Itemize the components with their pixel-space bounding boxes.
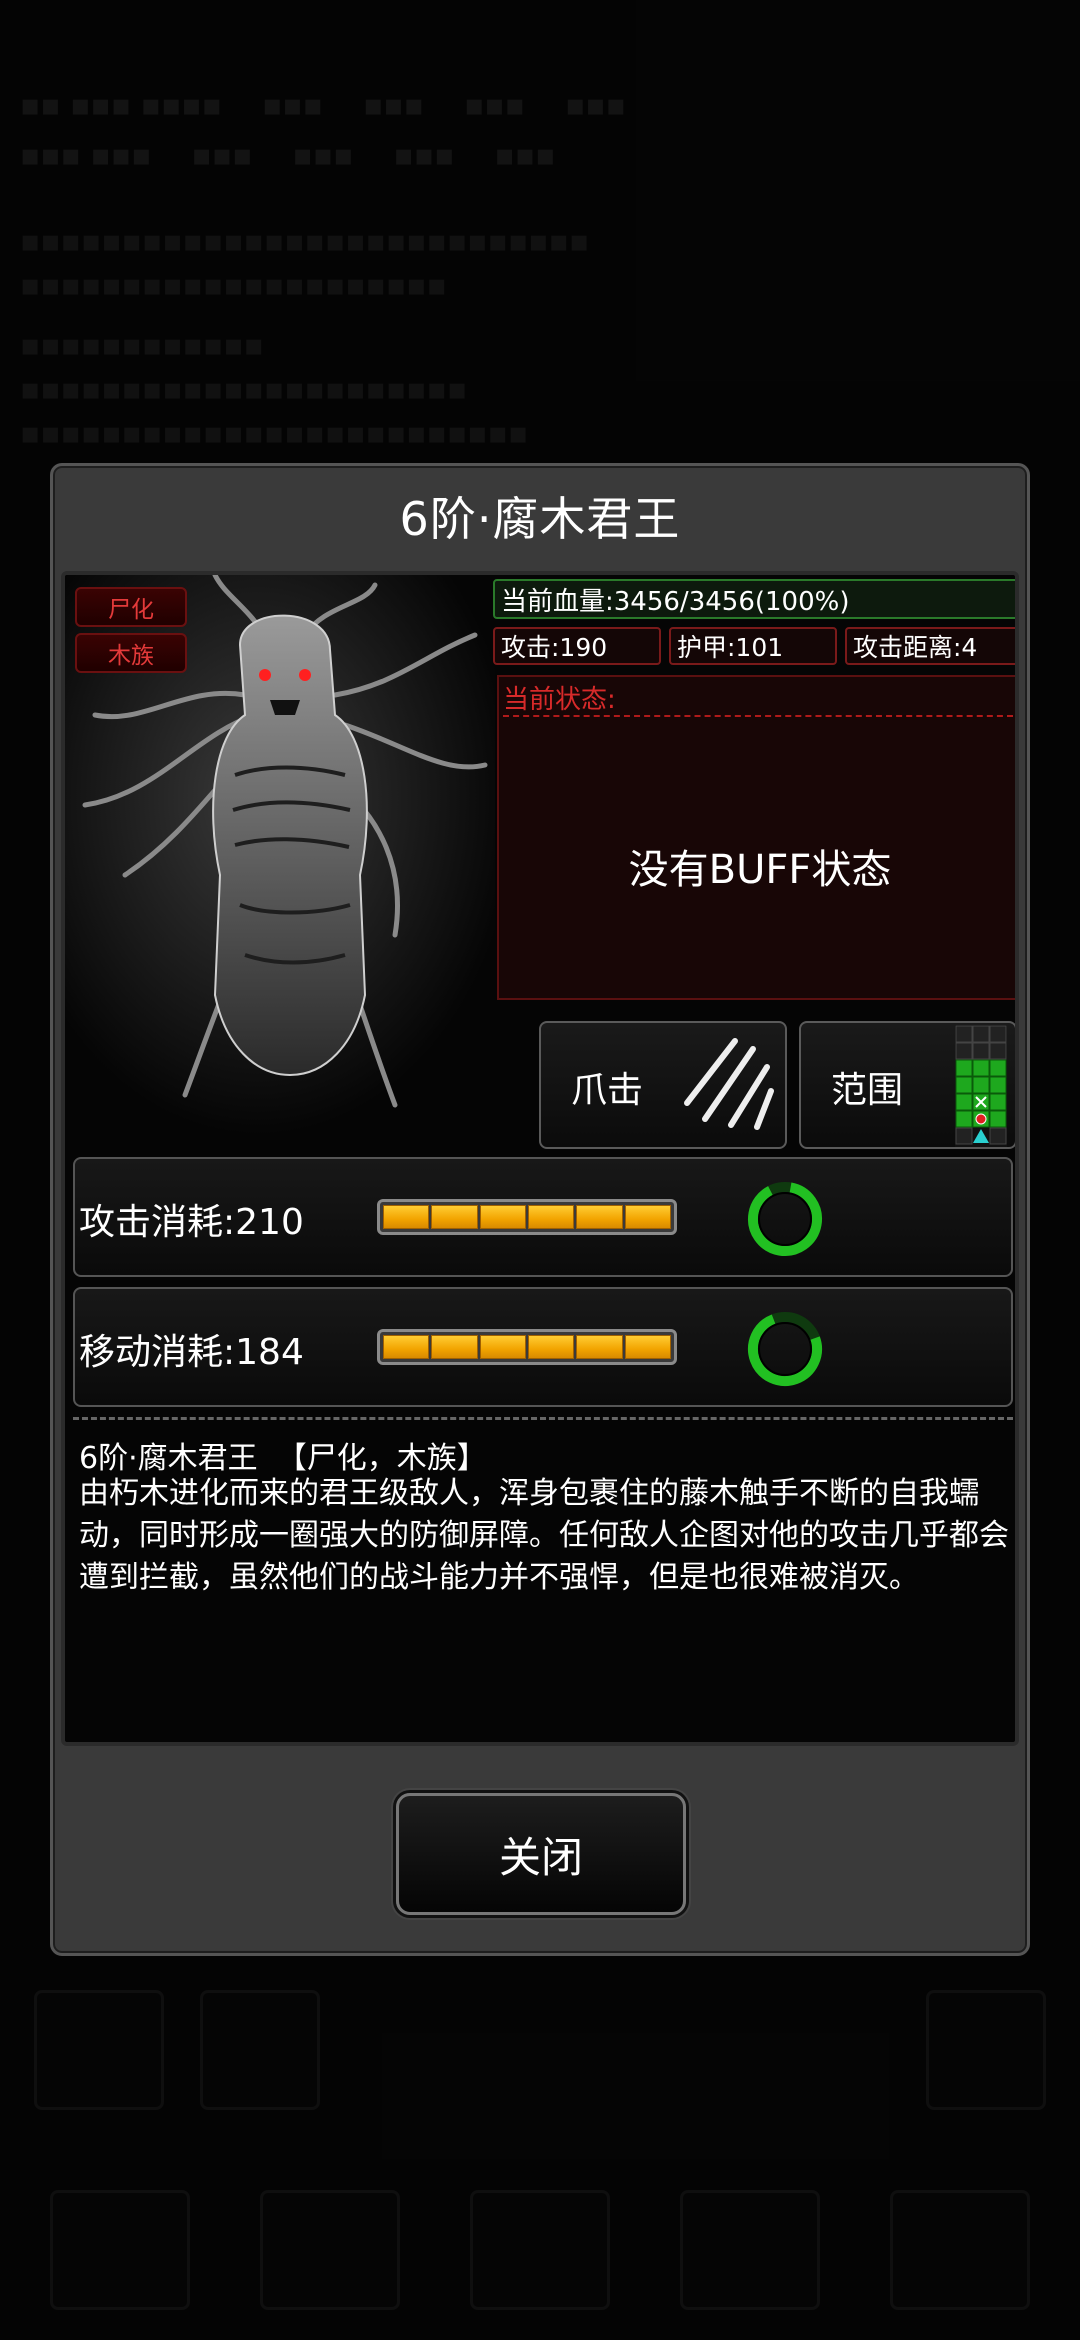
range-grid-icon (955, 1025, 1007, 1151)
monster-tag: 木族 (75, 633, 187, 673)
attack-range-stat: 攻击距离:4 (845, 627, 1015, 665)
monster-portrait: 尸化 木族 (65, 575, 495, 1135)
monster-info-dialog: 6阶·腐木君王 尸化 木族 当前血量:3456/3456(100%) 攻击:19… (50, 463, 1030, 1956)
claw-skill-button[interactable]: 爪击 (539, 1021, 787, 1149)
attack-cost-row: 攻击消耗:210 (73, 1157, 1013, 1277)
divider (73, 1417, 1013, 1420)
move-cost-bar (377, 1329, 677, 1365)
monster-panel: 尸化 木族 当前血量:3456/3456(100%) 攻击:190 护甲:101… (61, 571, 1019, 1746)
monster-tag: 尸化 (75, 587, 187, 627)
hp-readout: 当前血量:3456/3456(100%) (493, 579, 1015, 619)
description-title: 6阶·腐木君王 【尸化，木族】 (79, 1441, 487, 1476)
status-box: 当前状态: 没有BUFF状态 (497, 675, 1015, 1000)
move-cost-label: 移动消耗:184 (79, 1332, 304, 1373)
attack-cost-ring-icon (748, 1182, 822, 1256)
claw-icon (675, 1033, 775, 1137)
move-cost-ring-icon (748, 1312, 822, 1386)
description-body: 由朽木进化而来的君王级敌人，浑身包裹住的藤木触手不断的自我蠕动，同时形成一圈强大… (79, 1476, 1009, 1595)
status-label: 当前状态: (503, 679, 1013, 717)
skill-label: 爪击 (571, 1070, 644, 1111)
dialog-title: 6阶·腐木君王 (399, 492, 681, 546)
armor-stat: 护甲:101 (669, 627, 837, 665)
skill-label: 范围 (831, 1070, 904, 1111)
status-text: 没有BUFF状态 (628, 847, 892, 893)
close-button[interactable]: 关闭 (396, 1793, 686, 1915)
move-cost-row: 移动消耗:184 (73, 1287, 1013, 1407)
range-skill-button[interactable]: 范围 (799, 1021, 1015, 1151)
attack-cost-label: 攻击消耗:210 (79, 1202, 304, 1243)
attack-cost-bar (377, 1199, 677, 1235)
attack-stat: 攻击:190 (493, 627, 661, 665)
